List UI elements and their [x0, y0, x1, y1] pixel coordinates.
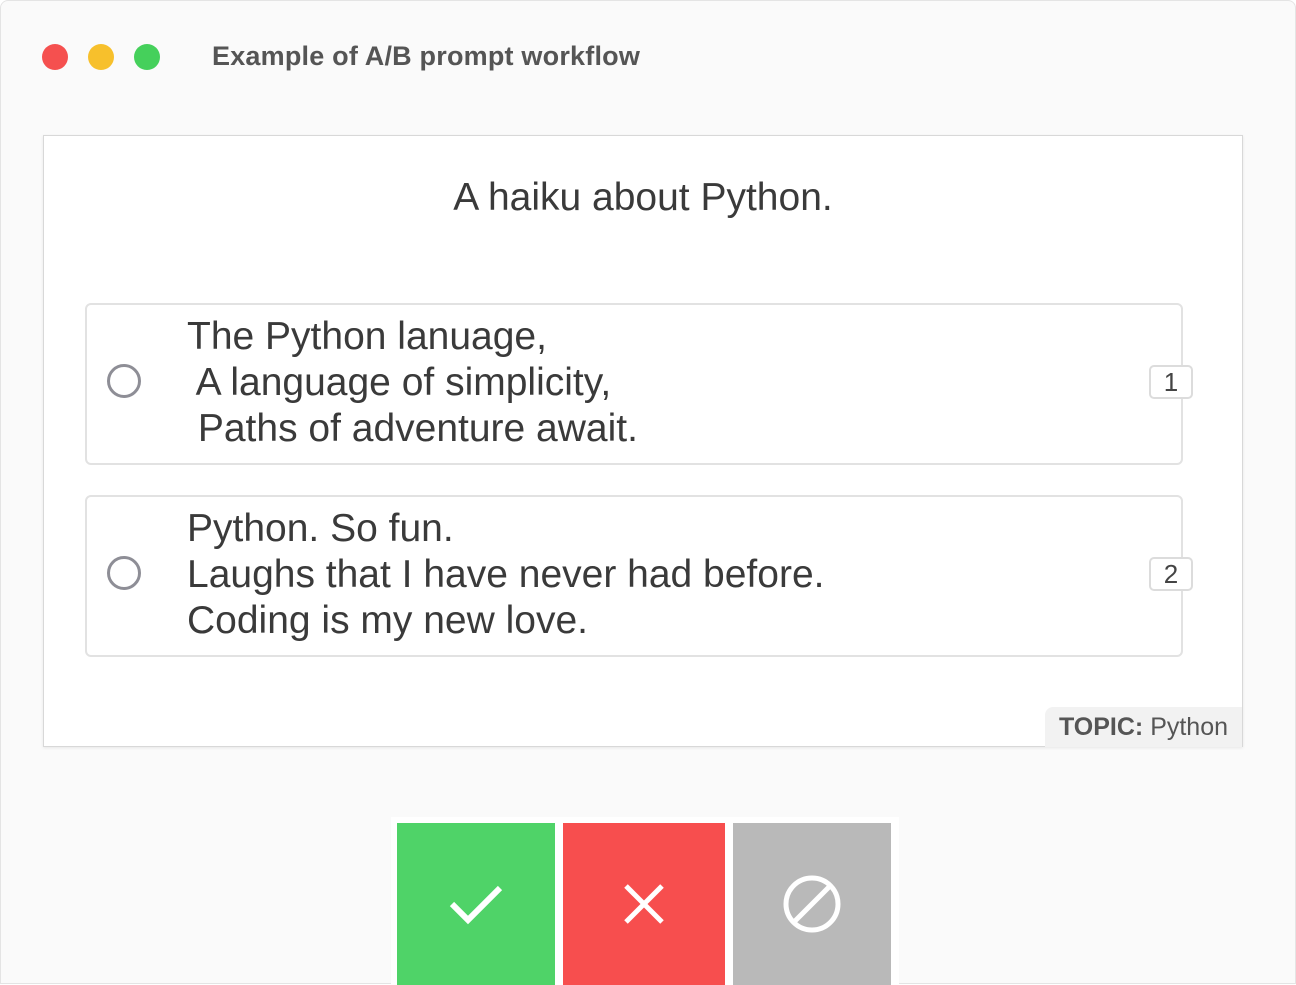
choice-option-2[interactable]: Python. So fun. Laughs that I have never … — [85, 495, 1193, 657]
title-bar: Example of A/B prompt workflow — [1, 1, 1295, 111]
option-2-line-3: Coding is my new love. — [187, 599, 589, 642]
topic-value: Python — [1150, 713, 1229, 741]
action-bar — [391, 817, 899, 985]
choice-option-1[interactable]: The Python lanuage, A language of simpli… — [85, 303, 1193, 465]
topic-label: TOPIC: — [1058, 713, 1144, 741]
ignore-button[interactable] — [733, 823, 891, 985]
maximize-window-button[interactable] — [134, 44, 160, 70]
option-1-line-1: The Python lanuage, — [187, 315, 547, 358]
question-text: A haiku about Python. — [453, 176, 833, 219]
option-1-line-2: A language of simplicity, — [187, 361, 612, 404]
radio-button-option-1[interactable] — [107, 364, 141, 398]
hotkey-badge-2: 2 — [1149, 557, 1193, 591]
reject-button[interactable] — [563, 823, 725, 985]
radio-button-option-2[interactable] — [107, 556, 141, 590]
accept-button[interactable] — [397, 823, 555, 985]
option-2-line-1: Python. So fun. — [187, 507, 454, 550]
app-window: Example of A/B prompt workflow A haiku a… — [0, 0, 1296, 985]
no-entry-icon — [783, 875, 841, 933]
hotkey-badge-1: 1 — [1149, 365, 1193, 399]
option-2-line-2: Laughs that I have never had before. — [187, 553, 825, 596]
topic-tag: TOPIC: Python — [1045, 707, 1242, 747]
option-1-text: The Python lanuage, A language of simpli… — [187, 314, 638, 452]
minimize-window-button[interactable] — [88, 44, 114, 70]
check-icon — [449, 885, 503, 925]
x-icon — [624, 884, 664, 924]
option-1-line-3: Paths of adventure await. — [187, 407, 638, 450]
option-2-text: Python. So fun. Laughs that I have never … — [187, 506, 824, 644]
window-title: Example of A/B prompt workflow — [212, 41, 641, 71]
close-window-button[interactable] — [42, 44, 68, 70]
